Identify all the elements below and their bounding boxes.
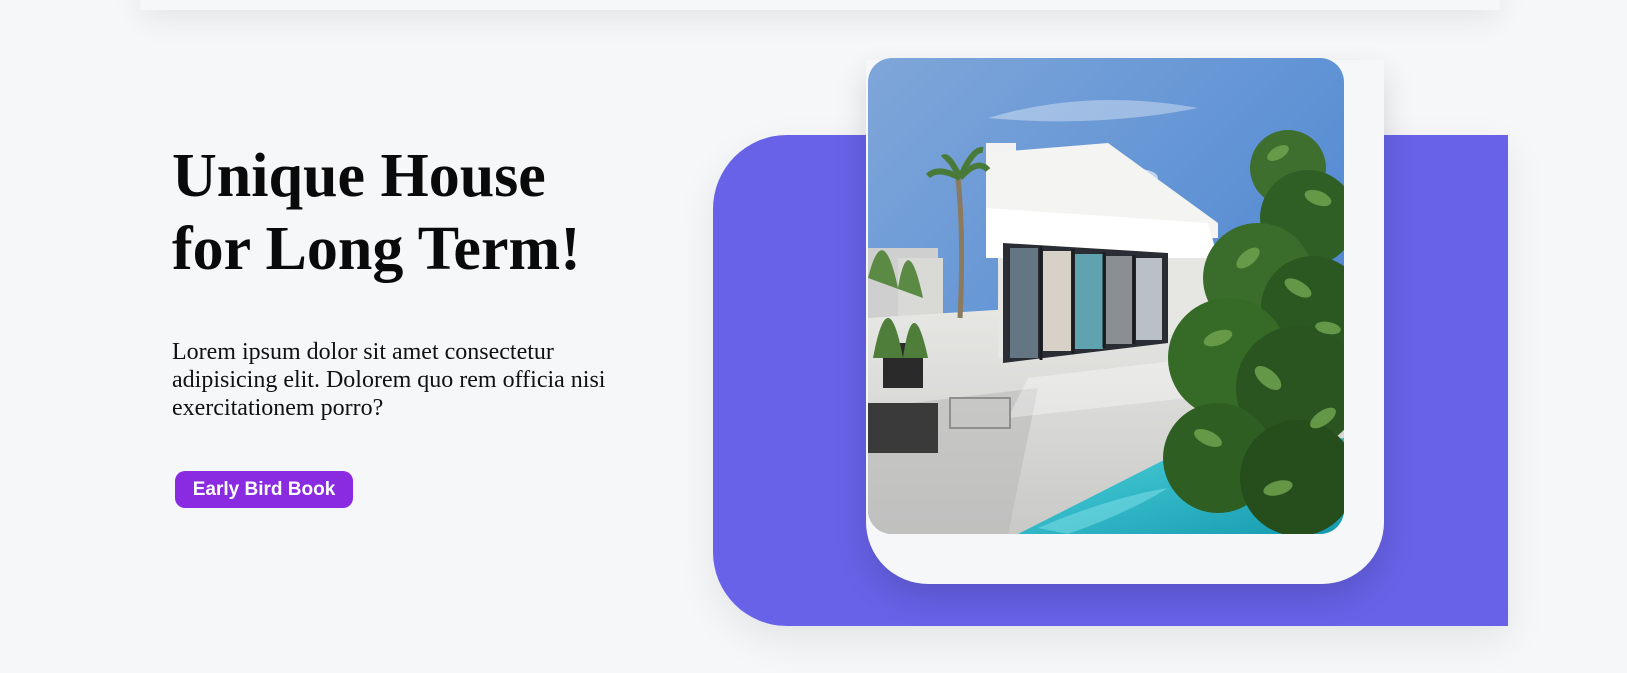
house-photo <box>868 58 1344 534</box>
hero-title: Unique House for Long Term! <box>172 142 581 283</box>
hero-section: Unique House for Long Term! Lorem ipsum … <box>0 0 1627 673</box>
early-bird-book-button[interactable]: Early Bird Book <box>175 471 353 508</box>
hero-text: Unique House for Long Term! Lorem ipsum … <box>172 140 672 421</box>
hero-description: Lorem ipsum dolor sit amet consectetur a… <box>172 339 606 421</box>
